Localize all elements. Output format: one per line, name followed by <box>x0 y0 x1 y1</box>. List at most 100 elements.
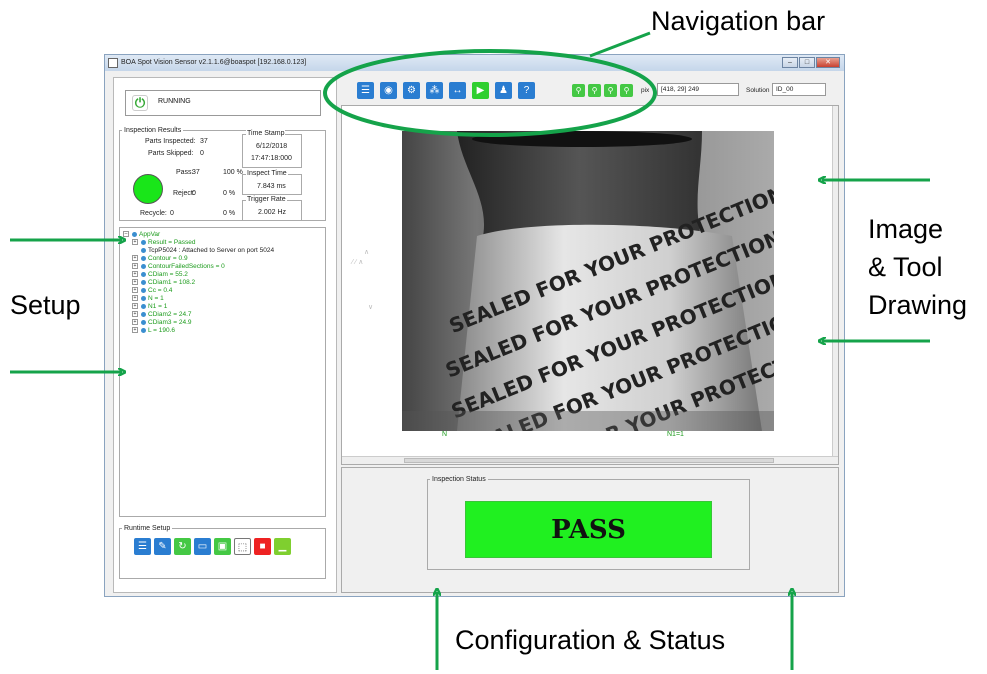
bottle-image: SEALED FOR YOUR PROTECTION SEALED FOR YO… <box>402 131 774 431</box>
edit-icon[interactable]: ✎ <box>154 538 171 555</box>
hierarchy-icon[interactable]: ⁂ <box>426 82 443 99</box>
reject-percent: 0 % <box>223 190 236 197</box>
pix-label: pix <box>641 87 650 94</box>
navigation-bar: ☰ ◉ ⚙ ⁂ ↔ ▶ ♟ ? ⚲ ⚲ ⚲ ⚲ pix [418, 29] 24… <box>341 77 838 105</box>
minimize-icon[interactable]: ▁ <box>274 538 291 555</box>
recycle-count: 0 <box>170 210 174 217</box>
result-indicator-light <box>133 174 163 204</box>
eye-icon[interactable]: ◉ <box>380 82 397 99</box>
inspection-results-group: Inspection Results Parts Inspected: 37 P… <box>119 127 326 221</box>
horizontal-scrollbar[interactable] <box>342 456 838 464</box>
tree-item[interactable]: + ContourFailedSections = 0 <box>132 263 225 270</box>
tree-item[interactable]: + N1 = 1 <box>132 303 167 310</box>
stop-icon[interactable]: ■ <box>254 538 271 555</box>
inspection-status-legend: Inspection Status <box>432 476 486 483</box>
vertical-scrollbar[interactable] <box>832 106 838 458</box>
tree-item[interactable]: TcpP5024 : Attached to Server on port 50… <box>141 247 274 254</box>
image-label-n1: N1=1 <box>667 431 684 438</box>
tree-item[interactable]: + CDiam3 = 24.9 <box>132 319 192 326</box>
title-bar[interactable]: BOA Spot Vision Sensor v2.1.1.6@boaspot … <box>105 55 844 71</box>
pass-result-indicator: PASS <box>465 501 712 558</box>
inspect-time-box: Inspect Time 7.843 ms <box>242 170 302 195</box>
annotation-image-tool-drawing: Image & Tool Drawing <box>868 210 967 324</box>
annotation-setup: Setup <box>10 290 81 320</box>
unlock-icon[interactable]: ▣ <box>214 538 231 555</box>
run-status-text: RUNNING <box>158 98 191 105</box>
annotation-image-line3: Drawing <box>868 290 968 320</box>
minimize-button[interactable]: – <box>782 57 798 68</box>
zoom-reset-icon[interactable]: ⚲ <box>620 84 633 97</box>
reject-count: 0 <box>192 190 196 197</box>
trigger-rate-value: 2.002 Hz <box>258 209 287 216</box>
app-window: BOA Spot Vision Sensor v2.1.1.6@boaspot … <box>104 54 845 597</box>
solution-value-field: ID_00 <box>772 83 826 96</box>
tree-item[interactable]: + L = 190.6 <box>132 327 175 334</box>
tree-item[interactable]: + Contour = 0.9 <box>132 255 188 262</box>
inspect-time-label: Inspect Time <box>246 170 288 177</box>
solution-label: Solution <box>746 87 770 94</box>
navigation-pointer-line <box>589 31 651 58</box>
maximize-button[interactable]: □ <box>799 57 815 68</box>
recycle-percent: 0 % <box>223 210 236 217</box>
zoom-fit-icon[interactable]: ⚲ <box>572 84 585 97</box>
parts-inspected-label: Parts Inspected: <box>145 138 196 145</box>
setup-tree: – AppVar + Result = Passed TcpP5024 : Atta… <box>119 227 326 517</box>
timestamp-box: Time Stamp 6/12/2018 17:47:18:000 <box>242 130 302 168</box>
pix-value-field: [418, 29] 249 <box>657 83 739 96</box>
faint-marking: ∧ <box>364 249 370 256</box>
timestamp-date: 6/12/2018 <box>256 143 288 150</box>
annotation-navigation-bar: Navigation bar <box>651 6 826 36</box>
refresh-icon[interactable]: ↻ <box>174 538 191 555</box>
zoom-out-icon[interactable]: ⚲ <box>604 84 617 97</box>
zoom-in-icon[interactable]: ⚲ <box>588 84 601 97</box>
tree-item[interactable]: + CDiam = 55.2 <box>132 271 188 278</box>
window-title: BOA Spot Vision Sensor v2.1.1.6@boaspot … <box>121 59 307 66</box>
help-icon[interactable]: ? <box>518 82 535 99</box>
tree-item[interactable]: + CDiam2 = 24.7 <box>132 311 192 318</box>
trigger-rate-box: Trigger Rate 2.002 Hz <box>242 196 302 221</box>
image-label-n: N <box>442 431 448 438</box>
close-button[interactable]: ✕ <box>816 57 840 68</box>
connection-icon[interactable]: ↔ <box>449 82 466 99</box>
annotation-configuration-status: Configuration & Status <box>455 625 726 655</box>
camera-image[interactable]: SEALED FOR YOUR PROTECTION SEALED FOR YO… <box>402 131 774 431</box>
runtime-setup-legend: Runtime Setup <box>124 525 171 532</box>
tree-item[interactable]: + N = 1 <box>132 295 164 302</box>
parts-inspected-value: 37 <box>200 138 208 145</box>
tree-item[interactable]: + Cc = 0.4 <box>132 287 172 294</box>
trigger-rate-label: Trigger Rate <box>246 196 287 203</box>
monitor-icon[interactable]: ▭ <box>194 538 211 555</box>
faint-marking: ⁄ ∕ ∧ <box>352 259 364 266</box>
user-icon[interactable]: ♟ <box>495 82 512 99</box>
runtime-setup-group: Runtime Setup ☰ ✎ ↻ ▭ ▣ ⬚ ■ ▁ <box>119 525 326 579</box>
pass-percent: 100 % <box>223 169 243 176</box>
power-icon[interactable]: ⏻ <box>132 95 148 111</box>
annotation-image-line1: Image <box>868 214 944 244</box>
parts-skipped-value: 0 <box>200 150 204 157</box>
parts-skipped-label: Parts Skipped: <box>148 150 194 157</box>
gear-icon[interactable]: ⚙ <box>403 82 420 99</box>
pass-label: Pass: <box>176 169 194 176</box>
tree-root[interactable]: – AppVar <box>123 231 160 238</box>
pass-count: 37 <box>192 169 200 176</box>
app-icon <box>108 58 118 68</box>
faint-marking: ∨ <box>368 304 374 311</box>
annotation-image-line2: & Tool <box>868 252 943 282</box>
timestamp-time: 17:47:18:000 <box>251 155 292 162</box>
play-icon[interactable]: ▶ <box>472 82 489 99</box>
list-icon[interactable]: ☰ <box>357 82 374 99</box>
recycle-label: Recycle: <box>140 210 167 217</box>
inspection-status-group: Inspection Status PASS <box>427 476 750 570</box>
tree-item[interactable]: + CDiam1 = 108.2 <box>132 279 195 286</box>
frame-icon[interactable]: ⬚ <box>234 538 251 555</box>
image-display-area[interactable]: ∧ ⁄ ∕ ∧ ∨ SEALED FOR YOUR PROTECTION SEA… <box>341 105 839 465</box>
scroll-thumb[interactable] <box>404 458 774 463</box>
configuration-status-area: Inspection Status PASS <box>341 467 839 593</box>
inspect-time-value: 7.843 ms <box>257 183 286 190</box>
tree-item[interactable]: + Result = Passed <box>132 239 196 246</box>
list-icon[interactable]: ☰ <box>134 538 151 555</box>
run-status-box: ⏻ RUNNING <box>125 90 321 116</box>
timestamp-label: Time Stamp <box>246 130 286 137</box>
inspection-results-legend: Inspection Results <box>124 127 182 134</box>
setup-pane: ⏻ RUNNING Inspection Results Parts Inspe… <box>113 77 337 593</box>
